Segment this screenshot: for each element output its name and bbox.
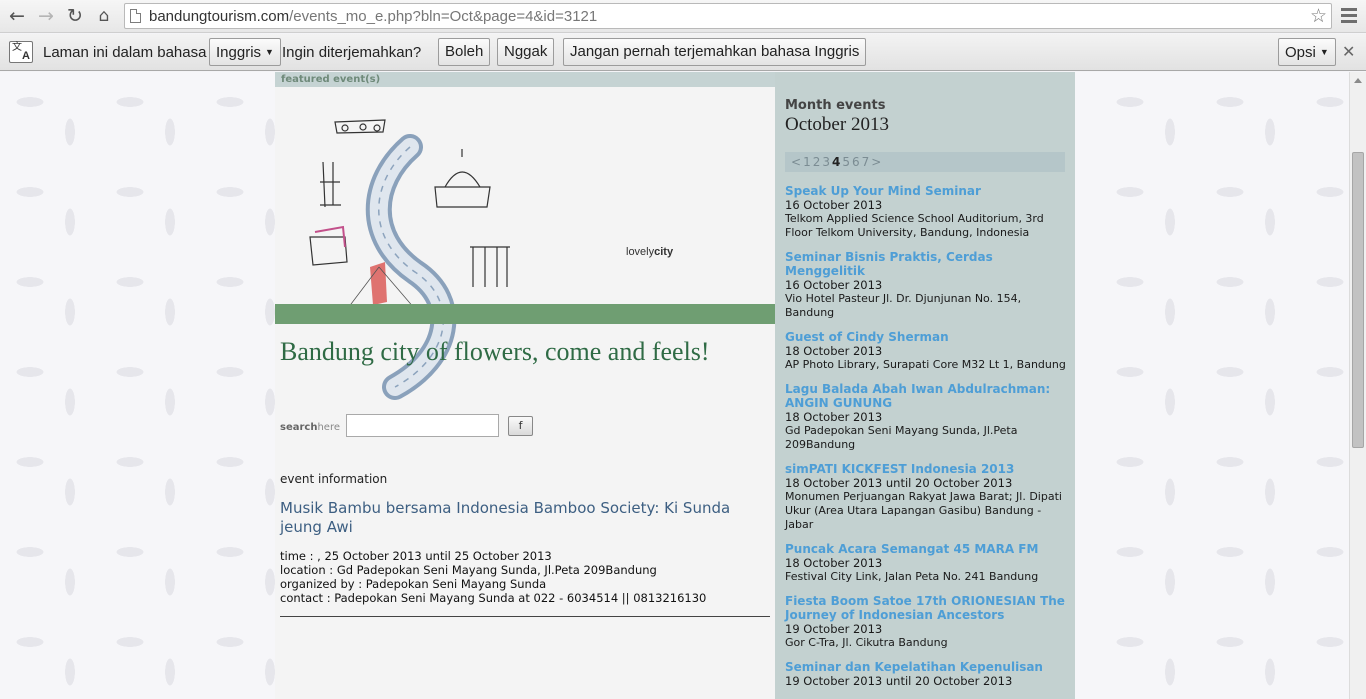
- options-dropdown[interactable]: Opsi ▼: [1278, 38, 1336, 66]
- language-dropdown[interactable]: Inggris ▼: [209, 38, 281, 66]
- close-icon[interactable]: ✕: [1342, 42, 1355, 62]
- event-contact: contact : Padepokan Seni Mayang Sunda at…: [280, 591, 707, 605]
- event-place: Monumen Perjuangan Rakyat Jawa Barat; Jl…: [785, 490, 1062, 531]
- event-link[interactable]: Fiesta Boom Satoe 17th ORIONESIAN The Jo…: [785, 594, 1070, 622]
- reload-icon[interactable]: ↻: [64, 5, 86, 27]
- sidebar: Month events October 2013 <1 2 3 4 5 6 7 > Spea…: [775, 72, 1075, 699]
- pager-page[interactable]: 7: [862, 155, 870, 169]
- month-events-heading: Month events: [785, 98, 886, 113]
- event-link[interactable]: Seminar dan Kepelatihan Kepenulisan: [785, 660, 1070, 674]
- event-date: 18 October 2013: [785, 344, 883, 358]
- translate-infobar: 文A Laman ini dalam bahasa Inggris ▼ Ingin…: [0, 34, 1366, 71]
- pager-prev[interactable]: <: [791, 155, 801, 169]
- event-place: Gd Padepokan Seni Mayang Sunda, Jl.Peta …: [785, 424, 1018, 451]
- chevron-down-icon: ▼: [265, 47, 274, 57]
- page-viewport: featured event(s) lovelycity Bandung cit…: [0, 72, 1349, 699]
- event-link[interactable]: Guest of Cindy Sherman: [785, 330, 1070, 344]
- tagline-heading: Bandung city of flowers, come and feels!: [280, 337, 710, 366]
- list-item: Speak Up Your Mind Seminar 16 October 20…: [785, 184, 1070, 240]
- event-date: 16 October 2013: [785, 278, 883, 292]
- infobar-question: Ingin diterjemahkan?: [282, 44, 422, 61]
- event-link[interactable]: Lagu Balada Abah Iwan Abdulrachman: ANGI…: [785, 382, 1070, 410]
- list-item: Lagu Balada Abah Iwan Abdulrachman: ANGI…: [785, 382, 1070, 452]
- scrollbar-thumb[interactable]: [1352, 152, 1364, 448]
- list-item: Seminar dan Kepelatihan Kepenulisan 19 O…: [785, 660, 1070, 688]
- event-info-label: event information: [280, 472, 388, 486]
- search-label: searchhere: [280, 422, 341, 433]
- translate-icon: 文A: [9, 41, 33, 63]
- infobar-prefix: Laman ini dalam bahasa: [43, 44, 207, 61]
- translate-yes-button[interactable]: Boleh: [438, 38, 491, 66]
- back-arrow-icon[interactable]: ←: [6, 5, 28, 27]
- event-place: Festival City Link, Jalan Peta No. 241 B…: [785, 570, 1039, 583]
- pager-page[interactable]: 2: [813, 155, 821, 169]
- pager-page[interactable]: 6: [852, 155, 860, 169]
- pagination: <1 2 3 4 5 6 7 >: [785, 152, 1065, 172]
- translate-no-button[interactable]: Nggak: [497, 38, 555, 66]
- search-button[interactable]: f: [508, 416, 533, 436]
- list-item: Puncak Acara Semangat 45 MARA FM 18 Octo…: [785, 542, 1070, 584]
- list-item: Seminar Bisnis Praktis, Cerdas Menggelit…: [785, 250, 1070, 320]
- event-place: Gor C-Tra, Jl. Cikutra Bandung: [785, 636, 948, 649]
- event-title: Musik Bambu bersama Indonesia Bamboo Soc…: [280, 499, 731, 536]
- event-details: time : , 25 October 2013 until 25 Octobe…: [280, 549, 706, 605]
- search-input[interactable]: [346, 414, 499, 437]
- main-column: featured event(s) lovelycity Bandung cit…: [275, 72, 775, 699]
- page-icon: [130, 9, 141, 23]
- event-date: 18 October 2013: [785, 556, 883, 570]
- pager-current-page: 4: [831, 155, 841, 169]
- list-item: Fiesta Boom Satoe 17th ORIONESIAN The Jo…: [785, 594, 1070, 650]
- pager-next[interactable]: >: [871, 155, 881, 169]
- chevron-down-icon: ▼: [1319, 47, 1329, 57]
- url-text[interactable]: bandungtourism.com/events_mo_e.php?bln=O…: [149, 8, 597, 25]
- event-date: 19 October 2013 until 20 October 2013: [785, 674, 1013, 688]
- pager-page[interactable]: 3: [822, 155, 830, 169]
- featured-label: featured event(s): [275, 72, 775, 87]
- event-link[interactable]: Seminar Bisnis Praktis, Cerdas Menggelit…: [785, 250, 1070, 278]
- month-title: October 2013: [785, 114, 889, 135]
- banner-green-band: [275, 304, 775, 324]
- event-link[interactable]: Puncak Acara Semangat 45 MARA FM: [785, 542, 1070, 556]
- list-item: Guest of Cindy Sherman 18 October 2013 A…: [785, 330, 1070, 372]
- scroll-up-arrow-icon[interactable]: [1354, 78, 1362, 83]
- vertical-scrollbar[interactable]: [1349, 72, 1366, 699]
- divider: [280, 616, 770, 617]
- pager-page[interactable]: 5: [842, 155, 850, 169]
- event-list: Speak Up Your Mind Seminar 16 October 20…: [785, 184, 1070, 698]
- event-date: 19 October 2013: [785, 622, 883, 636]
- never-translate-button[interactable]: Jangan pernah terjemahkan bahasa Inggris: [563, 38, 867, 66]
- event-date: 18 October 2013: [785, 410, 883, 424]
- browser-toolbar: ← → ↻ ⌂ bandungtourism.com/events_mo_e.p…: [0, 0, 1366, 33]
- menu-icon[interactable]: [1339, 5, 1359, 27]
- event-link[interactable]: Speak Up Your Mind Seminar: [785, 184, 1070, 198]
- pager-page[interactable]: 1: [803, 155, 811, 169]
- event-location: location : Gd Padepokan Seni Mayang Sund…: [280, 563, 657, 577]
- list-item: simPATI KICKFEST Indonesia 2013 18 Octob…: [785, 462, 1070, 532]
- event-organizer: organized by : Padepokan Seni Mayang Sun…: [280, 577, 547, 591]
- event-date: 16 October 2013: [785, 198, 883, 212]
- forward-arrow-icon[interactable]: →: [35, 5, 57, 27]
- bookmark-star-icon[interactable]: ☆: [1310, 5, 1327, 27]
- event-place: AP Photo Library, Surapati Core M32 Lt 1…: [785, 358, 1066, 371]
- event-time: time : , 25 October 2013 until 25 Octobe…: [280, 549, 552, 563]
- home-icon[interactable]: ⌂: [93, 5, 115, 27]
- event-place: Telkom Applied Science School Auditorium…: [785, 212, 1044, 239]
- event-place: Vio Hotel Pasteur Jl. Dr. Djunjunan No. …: [785, 292, 1022, 319]
- lovely-city-logo: lovelycity: [626, 246, 674, 258]
- address-bar[interactable]: bandungtourism.com/events_mo_e.php?bln=O…: [124, 3, 1332, 29]
- event-date: 18 October 2013 until 20 October 2013: [785, 476, 1013, 490]
- event-link[interactable]: simPATI KICKFEST Indonesia 2013: [785, 462, 1070, 476]
